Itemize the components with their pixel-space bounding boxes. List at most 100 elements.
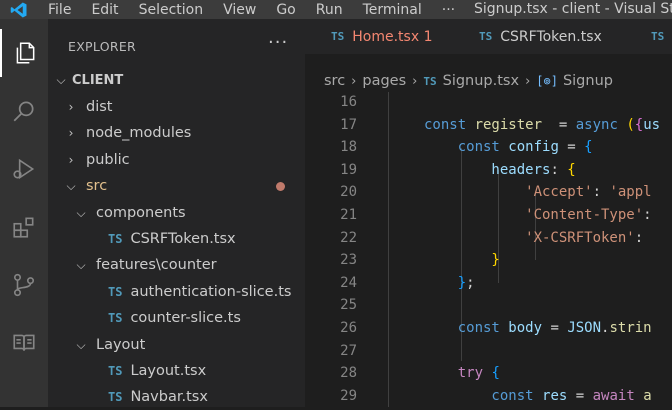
code-text: 'Accept': 'appl (424, 184, 652, 201)
tree-item-src[interactable]: ⌵ src (48, 173, 321, 199)
line-number: 28 (340, 365, 357, 382)
symbol-variable-icon: [⊚] (536, 74, 558, 88)
typescript-file-icon: TS (423, 74, 437, 88)
code-line[interactable]: 16 (305, 92, 672, 114)
code-text: 'Content-Type': (424, 207, 652, 223)
chevron-right-icon: › (351, 73, 357, 89)
line-number: 16 (340, 94, 357, 110)
tree-item-layout-folder[interactable]: ⌵ Layout (48, 332, 331, 358)
chevron-down-icon: ⌵ (76, 337, 86, 352)
tree-item-node-modules[interactable]: › node_modules (48, 120, 321, 146)
source-control-icon[interactable] (0, 261, 48, 309)
code-line[interactable]: 28 try { (305, 362, 672, 385)
editor-tab-bar: TS Home.tsx 1 TS CSRFToken.tsx TS (305, 19, 672, 54)
chevron-down-icon: ⌵ (56, 72, 66, 87)
breadcrumb-src[interactable]: src (324, 73, 345, 89)
window-title: Signup.tsx - client - Visual Studio Code (474, 1, 672, 17)
menu-view[interactable]: View (213, 2, 266, 18)
code-line[interactable]: 27 (305, 340, 672, 363)
code-text: const body = JSON.strin (424, 320, 652, 336)
chevron-right-icon: › (525, 73, 531, 89)
chevron-right-icon: › (68, 126, 74, 140)
code-text: } (424, 252, 500, 269)
line-number: 20 (340, 184, 357, 201)
menu-run[interactable]: Run (306, 2, 353, 18)
typescript-file-icon: TS (479, 30, 493, 43)
typescript-file-icon: TS (108, 364, 123, 378)
line-number: 26 (340, 320, 357, 336)
vscode-logo-icon (0, 1, 38, 19)
search-icon[interactable] (0, 87, 48, 135)
code-text: headers: { (424, 161, 576, 178)
breadcrumb-file[interactable]: Signup.tsx (443, 73, 519, 89)
menu-edit[interactable]: Edit (81, 2, 128, 18)
code-line[interactable]: 25 (305, 294, 672, 317)
code-line[interactable]: 21 'Content-Type': (305, 204, 672, 227)
code-text: 'X-CSRFToken': (424, 229, 652, 246)
line-number: 22 (340, 229, 357, 246)
explorer-more-button[interactable]: ··· (268, 32, 288, 53)
typescript-file-icon: TS (331, 30, 345, 43)
code-line[interactable]: 23 } (305, 249, 672, 272)
code-text: const config = { (424, 139, 593, 156)
tab-overflow[interactable]: TS (635, 19, 672, 54)
code-line[interactable]: 26 const body = JSON.strin (305, 317, 672, 340)
breadcrumb-pages[interactable]: pages (362, 73, 406, 89)
line-number: 25 (340, 297, 357, 314)
line-number: 19 (340, 161, 357, 178)
explorer-header: EXPLORER (68, 39, 137, 54)
code-line[interactable]: 22 'X-CSRFToken': (305, 227, 672, 250)
line-number: 21 (340, 207, 357, 223)
code-line[interactable]: 29 const res = await a (305, 385, 672, 407)
code-text: const res = await a (424, 387, 652, 404)
chevron-right-icon: › (68, 153, 74, 167)
code-text: const register = async ({us (424, 116, 661, 133)
line-number: 29 (340, 387, 357, 404)
tree-item-features-counter[interactable]: ⌵ features\counter (48, 252, 331, 278)
chevron-down-icon: ⌵ (76, 205, 86, 220)
code-text: try { (424, 365, 500, 382)
code-line[interactable]: 17 const register = async ({us (305, 114, 672, 137)
menu-selection[interactable]: Selection (129, 2, 214, 18)
typescript-file-icon: TS (108, 285, 123, 299)
typescript-file-icon: TS (108, 390, 123, 404)
menu-terminal[interactable]: Terminal (353, 2, 432, 18)
chevron-right-icon: › (68, 100, 74, 114)
menu-file[interactable]: File (38, 2, 81, 18)
typescript-file-icon: TS (651, 30, 665, 43)
line-number: 23 (340, 252, 357, 269)
code-line[interactable]: 20 'Accept': 'appl (305, 181, 672, 204)
tree-item-dist[interactable]: › dist (48, 94, 321, 120)
tree-item-public[interactable]: › public (48, 147, 321, 173)
code-line[interactable]: 19 headers: { (305, 159, 672, 182)
run-debug-icon[interactable] (0, 145, 48, 193)
chevron-down-icon: ⌵ (76, 257, 86, 272)
extensions-icon[interactable] (0, 203, 48, 251)
book-icon[interactable] (0, 319, 48, 367)
workspace-root[interactable]: ⌵ CLIENT (48, 67, 311, 93)
explorer-icon[interactable] (0, 29, 48, 77)
modified-indicator (276, 182, 285, 191)
typescript-file-icon: TS (108, 232, 123, 246)
title-bar: File Edit Selection View Go Run Terminal… (0, 0, 672, 19)
line-number: 18 (340, 139, 357, 156)
code-line[interactable]: 18 const config = { (305, 136, 672, 159)
tab-csrftoken[interactable]: TS CSRFToken.tsx (463, 19, 635, 54)
explorer-sidebar: EXPLORER ··· ⌵ CLIENT › dist › node_modu… (48, 19, 305, 407)
breadcrumb: src › pages › TS Signup.tsx › [⊚] Signup (305, 70, 672, 92)
code-editor[interactable]: 16 17 const register = async ({us 18 const … (305, 92, 672, 407)
line-number: 17 (340, 116, 357, 133)
chevron-down-icon: ⌵ (66, 178, 76, 193)
activity-bar (0, 19, 48, 407)
typescript-file-icon: TS (108, 311, 123, 325)
menu-more[interactable]: ··· (432, 2, 465, 18)
code-line[interactable]: 24 }; (305, 272, 672, 295)
line-number: 24 (340, 274, 357, 291)
tab-home[interactable]: TS Home.tsx 1 (305, 19, 463, 54)
code-text: }; (424, 274, 475, 291)
tree-item-components[interactable]: ⌵ components (48, 200, 331, 226)
chevron-right-icon: › (412, 73, 418, 89)
menu-go[interactable]: Go (266, 2, 305, 18)
breadcrumb-symbol[interactable]: Signup (563, 73, 613, 89)
line-number: 27 (340, 342, 357, 359)
